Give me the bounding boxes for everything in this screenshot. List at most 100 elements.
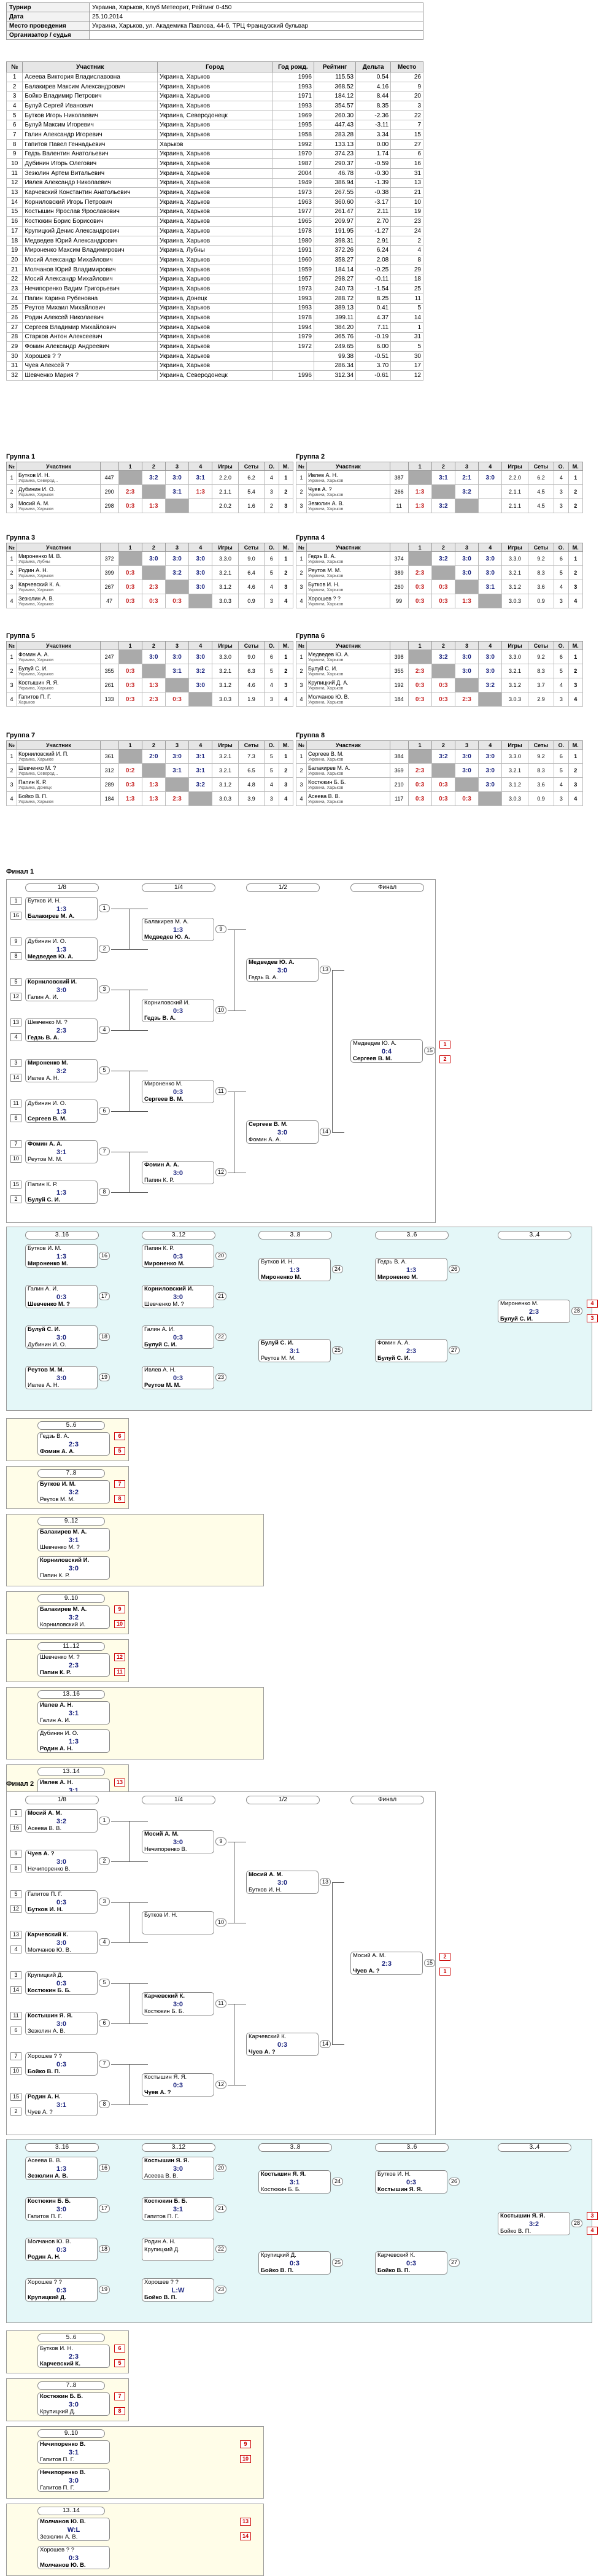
group-column-header: № [6,543,17,552]
match-player-b: Зезюлин А. В. [28,2173,68,2179]
group-score: 0:3 [415,696,425,703]
match-number: 2 [99,945,110,953]
group-points: 5 [264,565,279,580]
group-column-header: Игры [212,641,239,650]
group-score: 3:0 [462,753,471,760]
participant-cell: 7 [6,130,23,140]
group-place: 3 [278,777,294,792]
group-head: № Участник 1 2 3 4 Игры Сеты О. М. [6,740,294,750]
group-row-number: 1 [6,551,17,566]
group-table: № Участник 1 2 3 4 Игры Сеты О. М. 1 Сергеев В. М. У… [296,740,584,806]
placement-bracket: 13..14 Молчанов Ю. В. W:L Зезюлин А. В. Хоро… [6,2504,264,2576]
placement-match: Нечипоренко В. 3:0 Гапитов П. Г. [37,2469,110,2492]
group-player-city: Украина, Харьков [18,686,54,691]
place-label: 3 [587,2212,598,2220]
group-score-cell: 3:0 [454,565,479,580]
match-number: 18 [99,2245,110,2253]
group-column-header: 4 [478,543,503,552]
match-player-b: Булуй С. И. [377,1355,411,1362]
group-score-cell [408,749,432,764]
match-number: 27 [449,2259,460,2267]
group-place: 2 [278,484,294,499]
participant-cell: 24 [390,226,423,236]
group-score: 2:3 [462,696,471,703]
group-row: 1 Мироненко М. В. Украина, Лубны 372 3:0 3:0 3… [6,551,294,566]
match-player-a: Костышин Я. Я. [144,2157,190,2164]
match-player-a: Фомин А. А. [377,1340,410,1346]
match-player-b: Гапитов П. Г. [40,2485,75,2491]
group-points: 3 [264,594,279,608]
group-score-cell: 3:0 [141,650,166,664]
group-points: 6 [554,650,569,664]
group-score: 0:3 [125,781,135,788]
participant-cell: 19 [390,206,423,217]
group-points: 4 [554,678,569,692]
match-player-a: Булуй С. И. [28,1326,61,1333]
group-score-cell: 3:0 [478,664,503,678]
group-player: Сергеев В. М. Украина, Харьков [306,749,390,764]
participant-row: 17 Крупицкий Денис Александрович Украина, … [6,226,423,236]
group-column-header: О. [554,641,569,650]
match-player-a: Крупицкий Д. [28,1972,63,1979]
match-score: 2:3 [529,1308,539,1316]
participant-cell: 1978 [271,226,314,236]
group-table: № Участник 1 2 3 4 Игры Сеты О. М. 1 Бутков И. Н. Ук… [6,462,294,513]
participant-cell: 1996 [271,72,314,82]
participant-cell: 4.16 [355,81,392,92]
participant-cell: 7 [390,120,423,131]
group-column-header: 2 [141,740,166,750]
match-number: 3 [99,985,110,993]
group-sets: 9.2 [527,749,555,764]
group-score-cell [118,650,142,664]
group-score-cell: 3:0 [188,565,213,580]
participant-cell: Харьков [157,139,272,150]
match-score: 2:3 [56,1026,66,1034]
participant-row: 5 Бутков Игорь Николаевич Украина, Северод… [6,110,423,121]
match-player-b: Шевченко М. ? [144,1301,184,1308]
participant-cell: Украина, Харьков [157,351,272,362]
group-column-header: 2 [431,641,455,650]
group-row-number: 3 [296,777,307,792]
group-column-header [99,462,119,471]
place-label: 10 [114,1620,125,1628]
participant-cell: Родин Алексей Николаевич [22,312,158,323]
group-row-number: 1 [6,650,17,664]
group-score-cell: 0:3 [164,692,190,707]
match-player-b: Мироненко М. [144,1260,185,1267]
semifinal-match: Медведев Ю. А. 3:0 Гедзь В. А. [246,958,319,982]
group-player-name: Дубинин И. О. [18,486,55,492]
group-player-rating: 261 [99,678,119,692]
group-player-city: Украина, Харьков [18,573,54,578]
group-title: Группа 2 [296,453,325,460]
group-score: 2:1 [462,474,471,481]
group-score: 3:0 [462,667,471,675]
group-row: 3 Папин К. Р. Украина, Донецк 289 0:3 1:3 3:2 3… [6,777,294,792]
participant-cell: 29 [390,264,423,275]
group-row-number: 3 [6,678,17,692]
group-sets: 3.6 [527,777,555,792]
group-score-cell: 0:3 [431,791,455,806]
group-sets: 1.9 [238,692,265,707]
group-score: 3:0 [462,653,471,661]
participant-cell: 31 [390,168,423,179]
group-score-cell [454,678,479,692]
participant-cell: Молчанов Юрий Владимирович [22,264,158,275]
group-score-cell: 2:3 [408,664,432,678]
match-number: 4 [99,1026,110,1034]
match-player-a: Асеева В. В. [28,2157,62,2164]
group-score: 0:3 [439,781,448,788]
match-player-b: Реутов М. М. [144,1382,181,1389]
match-number: 8 [99,2100,110,2108]
match-number: 28 [571,1307,582,1315]
group-row-number: 1 [6,749,17,764]
participant-cell: 368.52 [313,81,357,92]
match-player-a: Нечипоренко В. [40,2469,86,2476]
match-player-a: Костышин Я. Я. [28,2012,73,2019]
group-player: Корниловский И. П. Украина, Харьков [16,749,101,764]
group-score: 0:3 [415,781,425,788]
match-number: 18 [99,1333,110,1341]
participant-cell: 20 [390,91,423,102]
participant-cell: 1973 [271,284,314,294]
group-place: 4 [568,692,584,707]
group-score-cell: 3:0 [188,678,213,692]
